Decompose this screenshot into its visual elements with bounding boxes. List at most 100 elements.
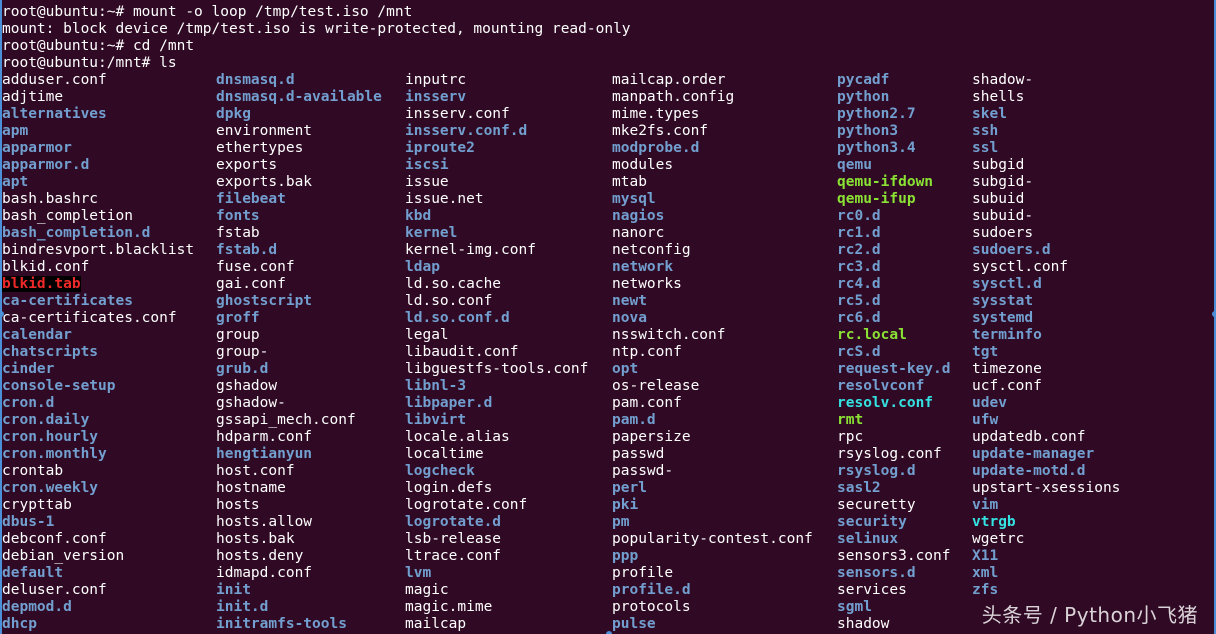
ls-entry-file: rsyslog.conf: [837, 446, 942, 462]
ls-row: blkid.conf: [2, 259, 194, 276]
ls-entry-file: fuse.conf: [216, 259, 295, 275]
ls-row: environment: [216, 123, 382, 140]
ls-entry-file: blkid.conf: [2, 259, 90, 275]
ls-entry-file: os-release: [612, 378, 700, 394]
ls-row: kernel-img.conf: [405, 242, 588, 259]
ls-row: mke2fs.conf: [612, 123, 813, 140]
ls-entry-file: login.defs: [405, 480, 493, 496]
ls-entry-dir: hengtianyun: [216, 446, 313, 462]
ls-entry-dir: dbus-1: [2, 514, 55, 530]
ls-entry-dir: kernel: [405, 225, 458, 241]
ls-entry-dir: init: [216, 582, 251, 598]
ls-row: vim: [972, 497, 1120, 514]
ls-entry-dir: security: [837, 514, 907, 530]
ls-row: debian_version: [2, 548, 194, 565]
ls-row: dhcp: [2, 616, 194, 633]
ls-row: upstart-xsessions: [972, 480, 1120, 497]
ls-entry-file: modules: [612, 157, 674, 173]
ls-entry-file: shadow-: [972, 72, 1034, 88]
ls-row: cron.hourly: [2, 429, 194, 446]
ls-entry-file: ntp.conf: [612, 344, 682, 360]
ls-entry-file: rpc: [837, 429, 864, 445]
ls-row: os-release: [612, 378, 813, 395]
ls-entry-dir: sysctl.d: [972, 276, 1042, 292]
ls-row: group: [216, 327, 382, 344]
ls-entry-file: mailcap: [405, 616, 467, 632]
ls-entry-file: legal: [405, 327, 449, 343]
ls-entry-file: upstart-xsessions: [972, 480, 1121, 496]
ls-row: rsyslog.d: [837, 463, 951, 480]
ls-row: security: [837, 514, 951, 531]
ls-entry-file: debian_version: [2, 548, 125, 564]
ls-entry-file: hosts.bak: [216, 531, 295, 547]
ls-entry-dir: libvirt: [405, 412, 467, 428]
ls-entry-dir: ca-certificates: [2, 293, 133, 309]
ls-row: passwd: [612, 446, 813, 463]
ls-row: nagios: [612, 208, 813, 225]
ls-entry-file: group-: [216, 344, 269, 360]
ls-row: iproute2: [405, 140, 588, 157]
ls-row: ldap: [405, 259, 588, 276]
ls-entry-dir: cron.monthly: [2, 446, 107, 462]
ls-row: fonts: [216, 208, 382, 225]
ls-entry-dir: nova: [612, 310, 647, 326]
ls-entry-dir: update-motd.d: [972, 463, 1086, 479]
ls-row: services: [837, 582, 951, 599]
ls-row: crypttab: [2, 497, 194, 514]
terminal-window[interactable]: root@ubuntu:~# mount -o loop /tmp/test.i…: [0, 0, 1216, 634]
ls-row: cron.weekly: [2, 480, 194, 497]
ls-entry-dir: logrotate.d: [405, 514, 502, 530]
ls-entry-file: hdparm.conf: [216, 429, 313, 445]
ls-entry-dir: libpaper.d: [405, 395, 493, 411]
ls-entry-file: ld.so.cache: [405, 276, 502, 292]
ls-entry-dir: X11: [972, 548, 999, 564]
ls-row: qemu: [837, 157, 951, 174]
ls-entry-file: mke2fs.conf: [612, 123, 709, 139]
ls-row: apm: [2, 123, 194, 140]
ls-row: exports.bak: [216, 174, 382, 191]
ls-entry-file: bash_completion: [2, 208, 133, 224]
ls-row: ufw: [972, 412, 1120, 429]
ls-entry-file: pam.conf: [612, 395, 682, 411]
ls-row: pycadf: [837, 72, 951, 89]
ls-row: passwd-: [612, 463, 813, 480]
ls-row: mime.types: [612, 106, 813, 123]
ls-entry-dir: python: [837, 89, 890, 105]
ls-row: sensors3.conf: [837, 548, 951, 565]
ls-row: update-manager: [972, 446, 1120, 463]
ls-entry-dir: sysstat: [972, 293, 1034, 309]
ls-row: resolvconf: [837, 378, 951, 395]
ls-row: calendar: [2, 327, 194, 344]
ls-entry-dir: udev: [972, 395, 1007, 411]
ls-row: pam.conf: [612, 395, 813, 412]
ls-row: dnsmasq.d-available: [216, 89, 382, 106]
ls-entry-dir: pycadf: [837, 72, 890, 88]
ls-row: terminfo: [972, 327, 1120, 344]
ls-row: sysstat: [972, 293, 1120, 310]
ls-row: insserv.conf.d: [405, 123, 588, 140]
ls-row: adduser.conf: [2, 72, 194, 89]
ls-row: alternatives: [2, 106, 194, 123]
ls-entry-dir: console-setup: [2, 378, 116, 394]
ls-row: magic.mime: [405, 599, 588, 616]
ls-row: init.d: [216, 599, 382, 616]
ls-entry-file: localtime: [405, 446, 484, 462]
ls-row: ethertypes: [216, 140, 382, 157]
ls-row: modprobe.d: [612, 140, 813, 157]
ls-entry-file: popularity-contest.conf: [612, 531, 813, 547]
ls-row: pm: [612, 514, 813, 531]
ls-row: systemd: [972, 310, 1120, 327]
resize-handle-right[interactable]: [1212, 311, 1216, 317]
ls-entry-file: hosts.allow: [216, 514, 313, 530]
ls-row: bash_completion: [2, 208, 194, 225]
ls-row: zfs: [972, 582, 1120, 599]
ls-entry-dir: chatscripts: [2, 344, 99, 360]
ls-entry-dir: apt: [2, 174, 29, 190]
ls-entry-dir: lvm: [405, 565, 432, 581]
ls-entry-file: sudoers: [972, 225, 1034, 241]
ls-entry-file: hosts.deny: [216, 548, 304, 564]
ls-row: opt: [612, 361, 813, 378]
ls-row: sasl2: [837, 480, 951, 497]
ls-row: fstab: [216, 225, 382, 242]
ls-entry-file: sensors3.conf: [837, 548, 951, 564]
